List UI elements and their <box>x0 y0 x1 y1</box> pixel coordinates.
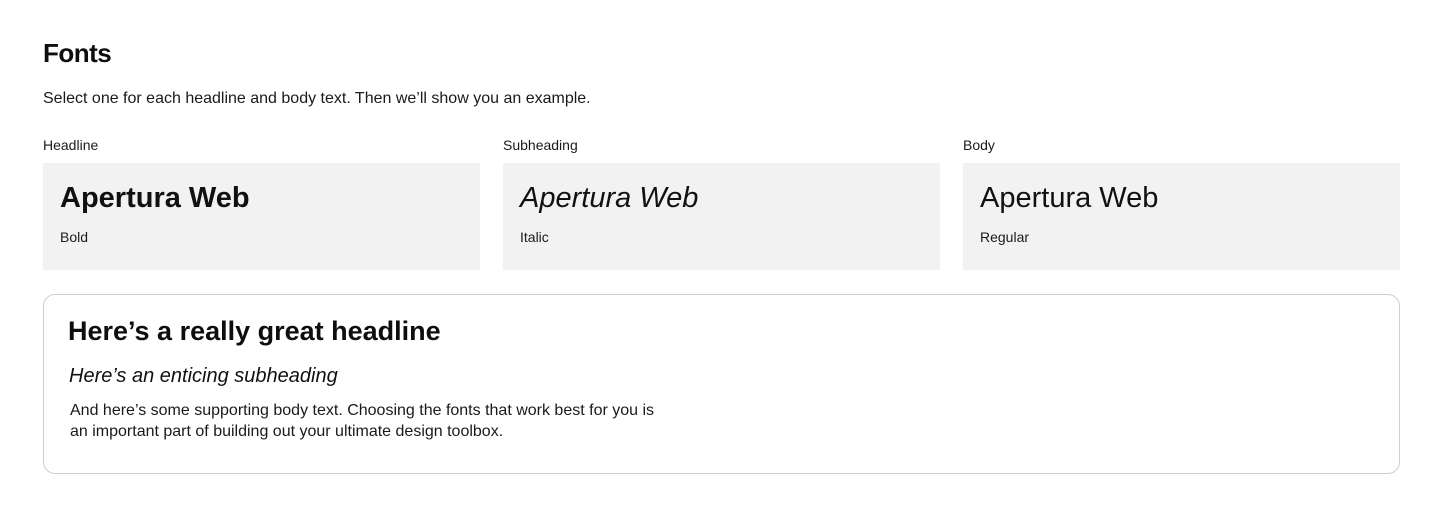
headline-font-name: Apertura Web <box>60 182 250 214</box>
preview-subheading: Here’s an enticing subheading <box>69 365 338 387</box>
headline-font-style: Bold <box>60 229 89 245</box>
preview-headline: Here’s a really great headline <box>68 316 441 346</box>
subheading-font-name: Apertura Web <box>520 182 699 214</box>
body-font-name: Apertura Web <box>980 182 1159 214</box>
headline-font-card[interactable]: Apertura Web Bold <box>43 163 480 270</box>
section-description: Select one for each headline and body te… <box>43 90 591 107</box>
subheading-font-group: Subheading Apertura Web Italic <box>503 135 940 270</box>
section-title: Fonts <box>43 38 112 68</box>
headline-label: Headline <box>43 137 99 153</box>
body-label: Body <box>963 137 995 153</box>
body-font-card[interactable]: Apertura Web Regular <box>963 163 1400 270</box>
body-font-style: Regular <box>980 229 1030 245</box>
body-font-group: Body Apertura Web Regular <box>963 135 1400 270</box>
preview-body-text: And here’s some supporting body text. Ch… <box>70 400 730 442</box>
font-preview-card: Here’s a really great headline Here’s an… <box>43 294 1400 474</box>
subheading-font-style: Italic <box>520 229 549 245</box>
headline-font-group: Headline Apertura Web Bold <box>43 135 480 270</box>
preview-body-line-1: And here’s some supporting body text. Ch… <box>70 402 655 419</box>
subheading-label: Subheading <box>503 137 578 153</box>
preview-body-line-2: an important part of building out your u… <box>70 423 504 440</box>
subheading-font-card[interactable]: Apertura Web Italic <box>503 163 940 270</box>
